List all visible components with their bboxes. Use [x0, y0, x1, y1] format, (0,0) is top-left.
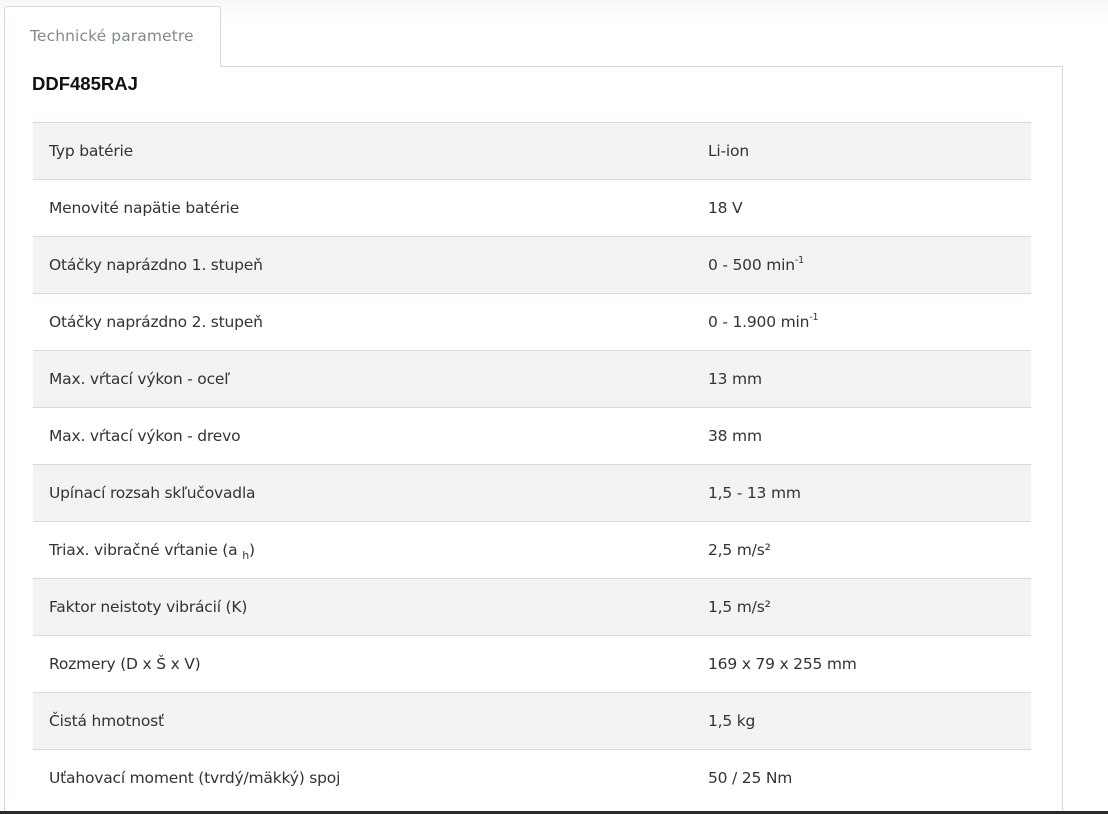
table-row: Čistá hmotnosť 1,5 kg [33, 692, 1031, 750]
spec-label: Triax. vibračné vŕtanie (a h) [49, 541, 255, 562]
table-row: Max. vŕtací výkon - drevo 38 mm [33, 407, 1031, 465]
spec-value: 0 - 500 min-1 [708, 255, 804, 274]
spec-label: Čistá hmotnosť [49, 712, 164, 730]
table-row: Rozmery (D x Š x V) 169 x 79 x 255 mm [33, 635, 1031, 693]
tab-connector [5, 65, 220, 68]
tab-label: Technické parametre [30, 27, 194, 45]
spec-value: 18 V [708, 199, 743, 217]
table-row: Otáčky naprázdno 1. stupeň 0 - 500 min-1 [33, 236, 1031, 294]
spec-label: Typ batérie [49, 142, 133, 160]
spec-value: Li-ion [708, 142, 749, 160]
spec-value: 38 mm [708, 427, 762, 445]
table-row: Upínací rozsah skľučovadla 1,5 - 13 mm [33, 464, 1031, 522]
spec-label: Otáčky naprázdno 2. stupeň [49, 313, 263, 331]
spec-value: 2,5 m/s² [708, 541, 771, 559]
spec-table: Typ batérie Li-ion Menovité napätie baté… [33, 122, 1031, 807]
unit-superscript: -1 [809, 312, 819, 323]
spec-label: Max. vŕtací výkon - oceľ [49, 370, 230, 388]
spec-value: 169 x 79 x 255 mm [708, 655, 857, 673]
product-model-title: DDF485RAJ [32, 73, 138, 94]
label-subscript: h [242, 549, 249, 562]
table-row: Max. vŕtací výkon - oceľ 13 mm [33, 350, 1031, 408]
spec-label: Faktor neistoty vibrácií (K) [49, 598, 248, 616]
table-row: Uťahovací moment (tvrdý/mäkký) spoj 50 /… [33, 749, 1031, 807]
spec-value: 13 mm [708, 370, 762, 388]
table-row: Menovité napätie batérie 18 V [33, 179, 1031, 237]
spec-label: Uťahovací moment (tvrdý/mäkký) spoj [49, 769, 341, 788]
page: Technické parametre DDF485RAJ Typ batéri… [0, 0, 1108, 814]
spec-value: 1,5 - 13 mm [708, 484, 801, 502]
spec-value: 1,5 m/s² [708, 598, 771, 616]
tab-technical-parameters[interactable]: Technické parametre [4, 6, 221, 67]
unit-superscript: -1 [794, 255, 804, 266]
spec-label: Menovité napätie batérie [49, 199, 240, 217]
table-row: Triax. vibračné vŕtanie (a h) 2,5 m/s² [33, 521, 1031, 579]
spec-label: Otáčky naprázdno 1. stupeň [49, 256, 263, 274]
spec-value: 1,5 kg [708, 712, 756, 730]
spec-label: Upínací rozsah skľučovadla [49, 484, 256, 502]
table-row: Otáčky naprázdno 2. stupeň 0 - 1.900 min… [33, 293, 1031, 351]
spec-label: Rozmery (D x Š x V) [49, 655, 201, 673]
spec-label: Max. vŕtací výkon - drevo [49, 427, 241, 445]
spec-value: 0 - 1.900 min-1 [708, 312, 819, 331]
table-row: Faktor neistoty vibrácií (K) 1,5 m/s² [33, 578, 1031, 636]
spec-value: 50 / 25 Nm [708, 769, 793, 788]
table-row: Typ batérie Li-ion [33, 122, 1031, 180]
